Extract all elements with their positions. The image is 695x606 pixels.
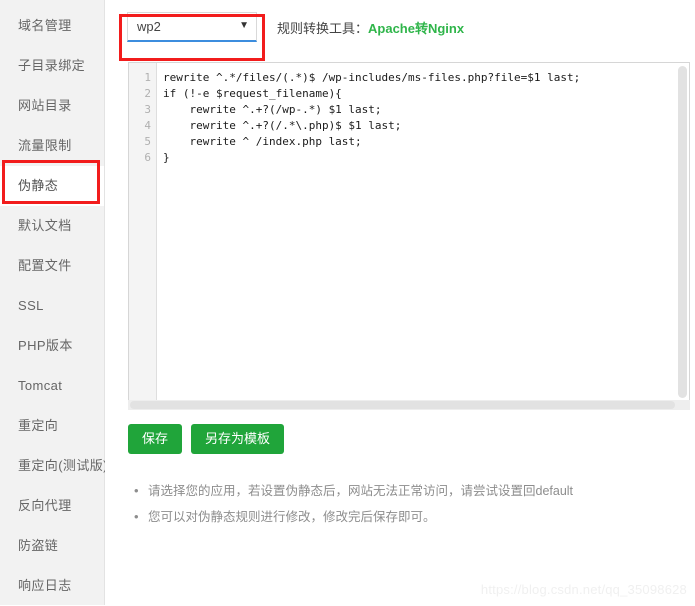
sidebar-item-9[interactable]: Tomcat — [0, 366, 104, 406]
app-select-wrapper: wp2 ▼ — [127, 12, 257, 42]
editor-code-line: } — [163, 151, 170, 164]
sidebar-item-label: 网站目录 — [18, 98, 72, 113]
rewrite-rules-editor[interactable]: 1 2 3 4 5 6 rewrite ^.*/files/(.*)$ /wp-inclu… — [128, 62, 690, 403]
sidebar-item-label: PHP版本 — [18, 338, 73, 353]
editor-line-number: 6 — [144, 151, 151, 164]
editor-code-line: rewrite ^.*/files/(.*)$ /wp-includes/ms-… — [163, 71, 581, 84]
sidebar-item-13[interactable]: 防盗链 — [0, 526, 104, 566]
apache-to-nginx-link[interactable]: Apache转Nginx — [368, 21, 464, 36]
sidebar-item-14[interactable]: 响应日志 — [0, 566, 104, 606]
sidebar-item-label: 子目录绑定 — [18, 58, 86, 73]
sidebar-item-11[interactable]: 重定向(测试版) — [0, 446, 107, 486]
sidebar-item-label: 伪静态 — [18, 178, 59, 193]
editor-code-line: rewrite ^.+?(/wp-.*) $1 last; — [163, 103, 382, 116]
watermark: https://blog.csdn.net/qq_35098628 — [480, 582, 687, 597]
sidebar-item-label: 重定向(测试版) — [18, 458, 108, 473]
sidebar-item-10[interactable]: 重定向 — [0, 406, 104, 446]
main-content: wp2 ▼ 规则转换工具：Apache转Nginx 1 2 3 4 5 6 rewrite… — [105, 0, 695, 605]
editor-code-line: rewrite ^.+?(/.*\.php)$ $1 last; — [163, 119, 402, 132]
editor-line-number: 2 — [144, 87, 151, 100]
sidebar-item-0[interactable]: 域名管理 — [0, 6, 104, 46]
editor-line-number: 3 — [144, 103, 151, 116]
sidebar-item-label: 反向代理 — [18, 498, 72, 513]
save-as-template-button[interactable]: 另存为模板 — [191, 424, 285, 454]
editor-line-number: 5 — [144, 135, 151, 148]
sidebar-item-2[interactable]: 网站目录 — [0, 86, 104, 126]
help-notes-list: 请选择您的应用，若设置伪静态后，网站无法正常访问，请尝试设置回default您可… — [130, 478, 573, 530]
sidebar-item-label: 配置文件 — [18, 258, 72, 273]
app-select[interactable]: wp2 — [127, 12, 257, 42]
sidebar-item-label: Tomcat — [18, 378, 63, 393]
sidebar-item-label: 重定向 — [18, 418, 59, 433]
sidebar-item-list: 域名管理子目录绑定网站目录流量限制伪静态默认文档配置文件 SSL PHP版本 Tomc… — [0, 6, 107, 606]
sidebar-item-label: 默认文档 — [18, 218, 72, 233]
sidebar-item-7[interactable]: SSL — [0, 286, 104, 326]
sidebar-item-label: 流量限制 — [18, 138, 72, 153]
rule-convert-text: 规则转换工具： — [277, 20, 369, 36]
sidebar-item-label: SSL — [18, 298, 44, 313]
page-root: 域名管理子目录绑定网站目录流量限制伪静态默认文档配置文件 SSL PHP版本 Tomc… — [0, 0, 695, 605]
editor-line-number: 4 — [144, 119, 151, 132]
sidebar-item-12[interactable]: 反向代理 — [0, 486, 104, 526]
editor-vertical-scrollbar[interactable] — [678, 66, 687, 398]
editor-horizontal-scrollbar[interactable] — [128, 400, 690, 410]
editor-code-area[interactable]: rewrite ^.*/files/(.*)$ /wp-includes/ms-… — [157, 63, 689, 402]
help-note-item: 您可以对伪静态规则进行修改，修改完后保存即可。 — [134, 504, 573, 530]
editor-code-line: rewrite ^ /index.php last; — [163, 135, 362, 148]
sidebar: 域名管理子目录绑定网站目录流量限制伪静态默认文档配置文件 SSL PHP版本 Tomc… — [0, 0, 107, 606]
editor-horizontal-scrollbar-thumb[interactable] — [130, 401, 675, 409]
action-button-row: 保存 另存为模板 — [128, 424, 285, 454]
editor-line-number: 1 — [144, 71, 151, 84]
sidebar-item-3[interactable]: 流量限制 — [0, 126, 104, 166]
sidebar-item-label: 响应日志 — [18, 578, 72, 593]
sidebar-item-6[interactable]: 配置文件 — [0, 246, 104, 286]
sidebar-item-5[interactable]: 默认文档 — [0, 206, 104, 246]
editor-code-line: if (!-e $request_filename){ — [163, 87, 342, 100]
save-button[interactable]: 保存 — [128, 424, 183, 454]
editor-line-number-gutter: 1 2 3 4 5 6 — [129, 63, 157, 402]
sidebar-item-8[interactable]: PHP版本 — [0, 326, 104, 366]
toolbar: wp2 ▼ 规则转换工具：Apache转Nginx — [105, 0, 695, 54]
sidebar-item-label: 防盗链 — [18, 538, 59, 553]
rule-convert-label: 规则转换工具：Apache转Nginx — [277, 18, 464, 37]
sidebar-item-label: 域名管理 — [18, 18, 72, 33]
sidebar-item-4[interactable]: 伪静态 — [0, 166, 104, 206]
help-note-item: 请选择您的应用，若设置伪静态后，网站无法正常访问，请尝试设置回default — [134, 478, 573, 504]
sidebar-item-1[interactable]: 子目录绑定 — [0, 46, 104, 86]
